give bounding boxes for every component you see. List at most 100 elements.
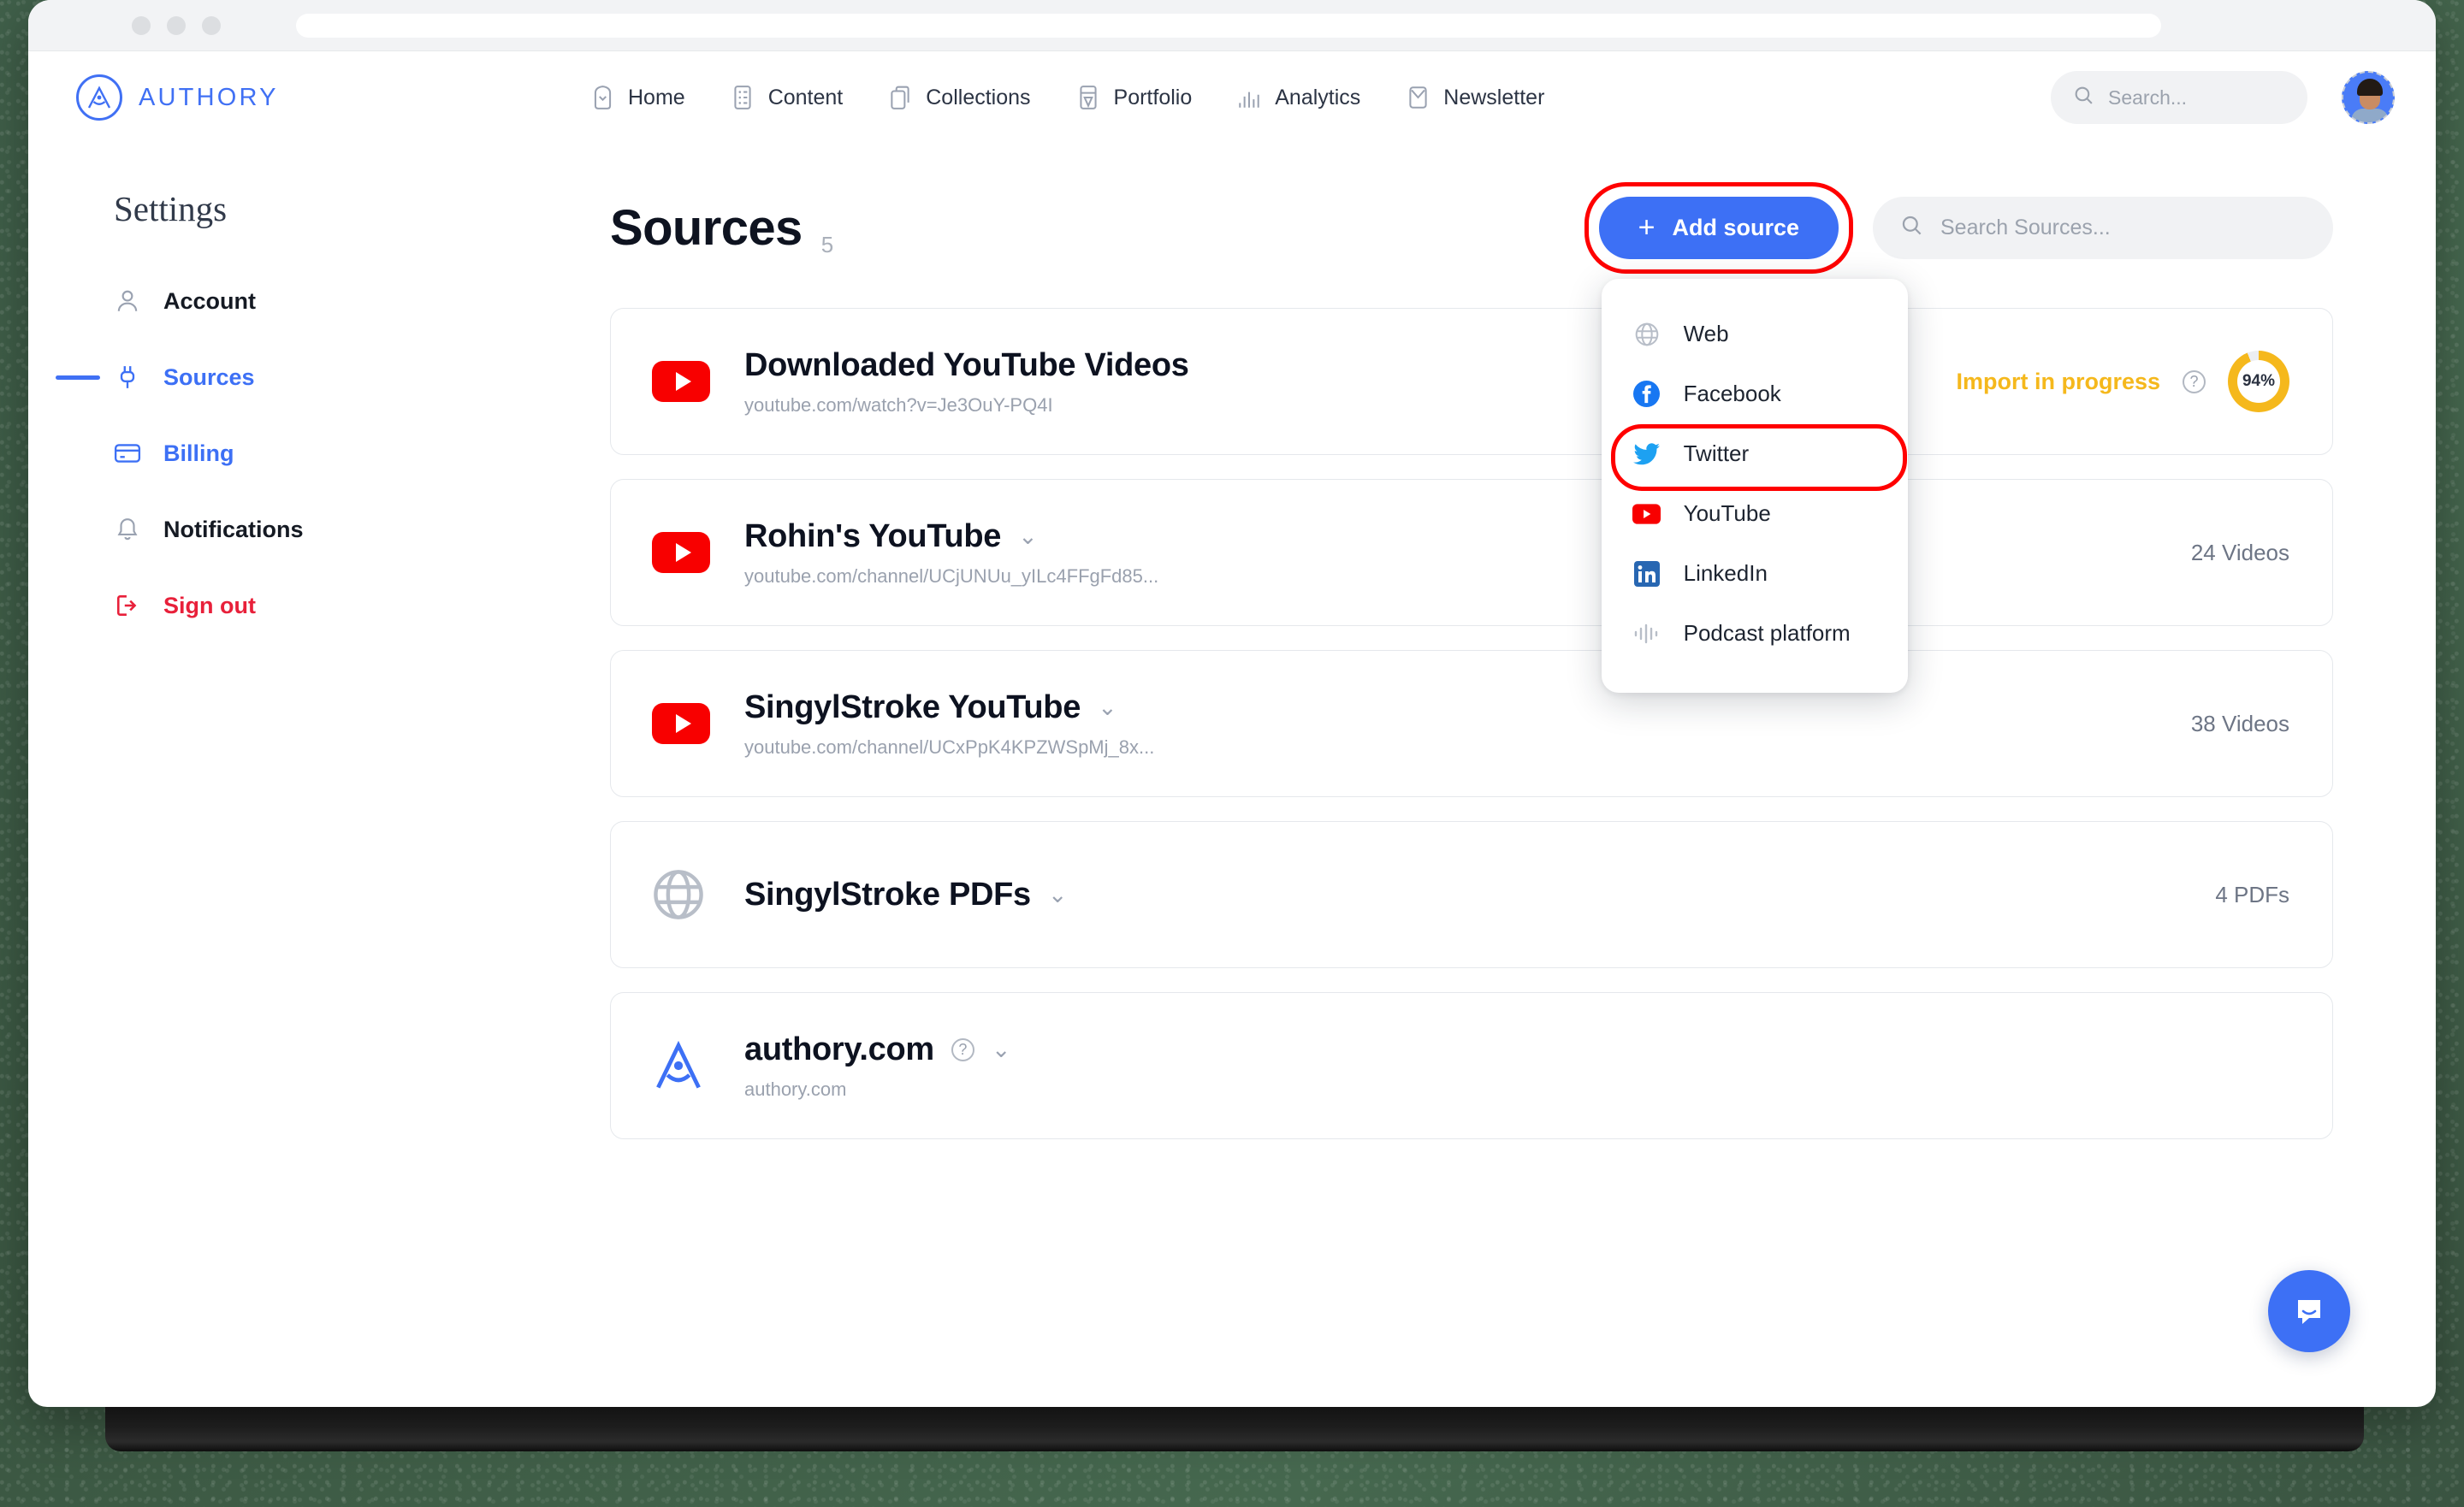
nav-item-home[interactable]: Home — [589, 85, 685, 110]
add-source-label: Add source — [1672, 214, 1799, 240]
dropdown-label-linkedin: LinkedIn — [1683, 560, 1768, 586]
laptop-bezel — [105, 1407, 2364, 1451]
plus-icon: + — [1638, 211, 1656, 244]
global-search-input[interactable]: Search... — [2051, 71, 2307, 124]
search-icon — [1900, 214, 1923, 241]
dropdown-item-linkedin[interactable]: LinkedIn — [1602, 544, 1908, 604]
sidebar-label-notifications: Notifications — [163, 516, 304, 542]
nav-item-portfolio[interactable]: Portfolio — [1075, 85, 1193, 110]
sidebar-item-account[interactable]: Account — [114, 277, 610, 325]
nav-label-portfolio: Portfolio — [1113, 85, 1193, 109]
page-actions: + Add source Web Facebook Twitter YouTub… — [1584, 181, 2333, 693]
chevron-down-icon[interactable]: ⌄ — [1018, 524, 1038, 548]
sidebar-item-notifications[interactable]: Notifications — [114, 505, 610, 553]
minimize-icon[interactable] — [167, 15, 186, 35]
nav-label-analytics: Analytics — [1275, 85, 1361, 109]
dropdown-item-facebook[interactable]: Facebook — [1602, 364, 1908, 424]
sidebar-label-sources: Sources — [163, 363, 255, 390]
browser-chrome — [28, 0, 2436, 51]
source-count: 38 Videos — [2190, 710, 2289, 736]
nav-item-newsletter[interactable]: Newsletter — [1405, 85, 1544, 110]
chevron-down-icon[interactable]: ⌄ — [1098, 695, 1117, 719]
close-icon[interactable] — [132, 15, 151, 35]
header-right-group: Search... — [2051, 71, 2395, 124]
dropdown-label-facebook: Facebook — [1683, 381, 1781, 406]
nav-label-collections: Collections — [926, 85, 1031, 109]
source-title-row: Rohin's YouTube ⌄ — [744, 518, 2191, 555]
source-info: Rohin's YouTube ⌄ youtube.com/channel/UC… — [717, 518, 2191, 588]
authory-logo-icon — [76, 74, 122, 121]
nav-item-collections[interactable]: Collections — [887, 85, 1031, 110]
home-icon — [589, 85, 615, 110]
nav-label-home: Home — [628, 85, 685, 109]
dropdown-item-twitter[interactable]: Twitter — [1602, 423, 1908, 491]
globe-icon — [1632, 320, 1661, 349]
nav-item-analytics[interactable]: Analytics — [1236, 85, 1360, 110]
sidebar-item-signout[interactable]: Sign out — [114, 582, 610, 629]
sidebar-label-signout: Sign out — [163, 592, 256, 618]
analytics-icon — [1236, 85, 1262, 110]
source-status: 24 Videos — [2191, 540, 2289, 566]
dropdown-item-podcast[interactable]: Podcast platform — [1602, 604, 1908, 664]
sidebar-item-sources[interactable]: Sources — [56, 353, 610, 401]
maximize-icon[interactable] — [202, 15, 221, 35]
chevron-down-icon[interactable]: ⌄ — [1048, 883, 1068, 907]
globe-icon — [652, 868, 705, 921]
nav-label-newsletter: Newsletter — [1443, 85, 1545, 109]
source-card[interactable]: Downloaded YouTube Videos youtube.com/wa… — [610, 308, 2333, 455]
dropdown-label-web: Web — [1683, 321, 1729, 346]
source-icon-wrap — [652, 868, 717, 921]
youtube-icon — [1632, 499, 1661, 529]
card-icon — [114, 440, 141, 467]
nav-label-content: Content — [767, 85, 844, 109]
page-title: Sources — [610, 199, 803, 256]
window-controls[interactable] — [132, 15, 221, 35]
bell-icon — [114, 516, 141, 543]
signout-icon — [114, 592, 141, 619]
youtube-icon — [652, 532, 710, 573]
import-status-label: Import in progress — [1956, 368, 2160, 394]
twitter-icon — [1632, 440, 1661, 469]
linkedin-icon — [1632, 559, 1661, 588]
source-card[interactable]: Rohin's YouTube ⌄ youtube.com/channel/UC… — [610, 479, 2333, 626]
help-icon[interactable]: ? — [951, 1037, 974, 1061]
source-count: 24 Videos — [2190, 539, 2289, 565]
portfolio-icon — [1075, 85, 1101, 110]
dropdown-item-youtube[interactable]: YouTube — [1602, 484, 1908, 544]
avatar[interactable] — [2342, 71, 2395, 124]
source-url: youtube.com/channel/UCxPpK4KPZWSpMj_8x..… — [744, 736, 1155, 758]
sources-count-badge: 5 — [820, 232, 834, 257]
youtube-icon — [652, 361, 710, 402]
chevron-down-icon[interactable]: ⌄ — [992, 1037, 1011, 1061]
source-title: SingylStroke PDFs — [744, 876, 1031, 913]
sidebar-item-billing[interactable]: Billing — [114, 429, 610, 477]
sources-main-panel: Sources 5 + Add source Web Facebook Twit… — [610, 144, 2436, 1407]
source-icon-wrap — [652, 1039, 717, 1092]
intercom-chat-button[interactable] — [2268, 1270, 2350, 1352]
source-info: SingylStroke YouTube ⌄ youtube.com/chann… — [717, 689, 2191, 759]
source-card[interactable]: SingylStroke PDFs ⌄ 4 PDFs — [610, 821, 2333, 968]
source-title-row: authory.com ? ⌄ — [744, 1031, 2289, 1068]
dropdown-item-web[interactable]: Web — [1602, 304, 1908, 364]
nav-item-content[interactable]: Content — [730, 85, 844, 110]
import-progress-percent: 94% — [2242, 372, 2276, 390]
source-status: Import in progress ? 94% — [1956, 351, 2289, 412]
laptop-frame: AUTHORY Home Content Collections Portfol… — [28, 0, 2436, 1454]
source-title: authory.com — [744, 1031, 934, 1067]
source-card[interactable]: SingylStroke YouTube ⌄ youtube.com/chann… — [610, 650, 2333, 797]
browser-window: AUTHORY Home Content Collections Portfol… — [28, 0, 2436, 1407]
facebook-icon — [1632, 380, 1661, 409]
help-icon[interactable]: ? — [2183, 369, 2206, 393]
content-icon — [730, 85, 755, 110]
add-source-button[interactable]: + Add source — [1598, 196, 1839, 259]
source-title-row: SingylStroke YouTube ⌄ — [744, 689, 2191, 726]
add-source-dropdown: Web Facebook Twitter YouTube LinkedIn Po… — [1601, 278, 1908, 693]
source-card[interactable]: authory.com ? ⌄ authory.com — [610, 992, 2333, 1139]
main-navigation: Home Content Collections Portfolio Analy… — [589, 85, 1544, 110]
search-sources-input[interactable]: Search Sources... — [1873, 196, 2333, 259]
source-title: Rohin's YouTube — [744, 517, 1002, 554]
authory-logo[interactable]: AUTHORY — [76, 74, 589, 121]
browser-url-bar[interactable] — [296, 13, 2161, 38]
search-sources-placeholder: Search Sources... — [1940, 215, 2111, 239]
source-info: SingylStroke PDFs ⌄ — [717, 877, 2215, 913]
